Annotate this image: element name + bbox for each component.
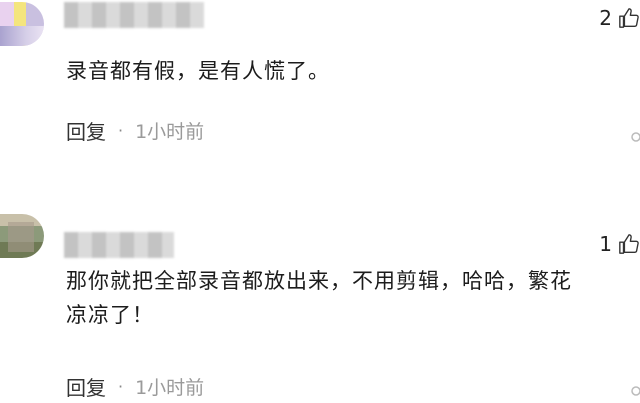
like-count: 1 (599, 232, 612, 256)
timestamp: 1小时前 (135, 121, 205, 143)
thumbs-up-icon (619, 8, 639, 28)
separator-dot: · (118, 121, 124, 140)
comment-text: 那你就把全部录音都放出来，不用剪辑，哈哈，繁花 凉凉了！ (66, 269, 572, 327)
username-blurred[interactable] (64, 232, 174, 258)
comment-text: 录音都有假，是有人慌了。 (66, 59, 330, 83)
avatar[interactable] (0, 2, 44, 46)
avatar[interactable] (0, 214, 44, 258)
comment-item: 1 那你就把全部录音都放出来，不用剪辑，哈哈，繁花 凉凉了！ 回复 · 1小时前 (0, 212, 640, 403)
username-blurred[interactable] (64, 2, 204, 28)
comment-meta: 回复 · 1小时前 (66, 372, 204, 401)
timestamp: 1小时前 (135, 377, 205, 399)
reply-button[interactable]: 回复 (66, 372, 106, 401)
separator-dot: · (118, 377, 124, 396)
like-button[interactable]: 1 (599, 232, 640, 256)
comment-meta: 回复 · 1小时前 (66, 116, 204, 145)
thumbs-up-icon (619, 234, 639, 254)
like-button[interactable]: 2 (599, 6, 640, 30)
like-count: 2 (599, 6, 612, 30)
comment-item: 2 录音都有假，是有人慌了。 回复 · 1小时前 (0, 0, 640, 180)
more-options-icon[interactable] (626, 126, 640, 148)
more-options-icon[interactable] (626, 380, 640, 402)
reply-button[interactable]: 回复 (66, 116, 106, 145)
